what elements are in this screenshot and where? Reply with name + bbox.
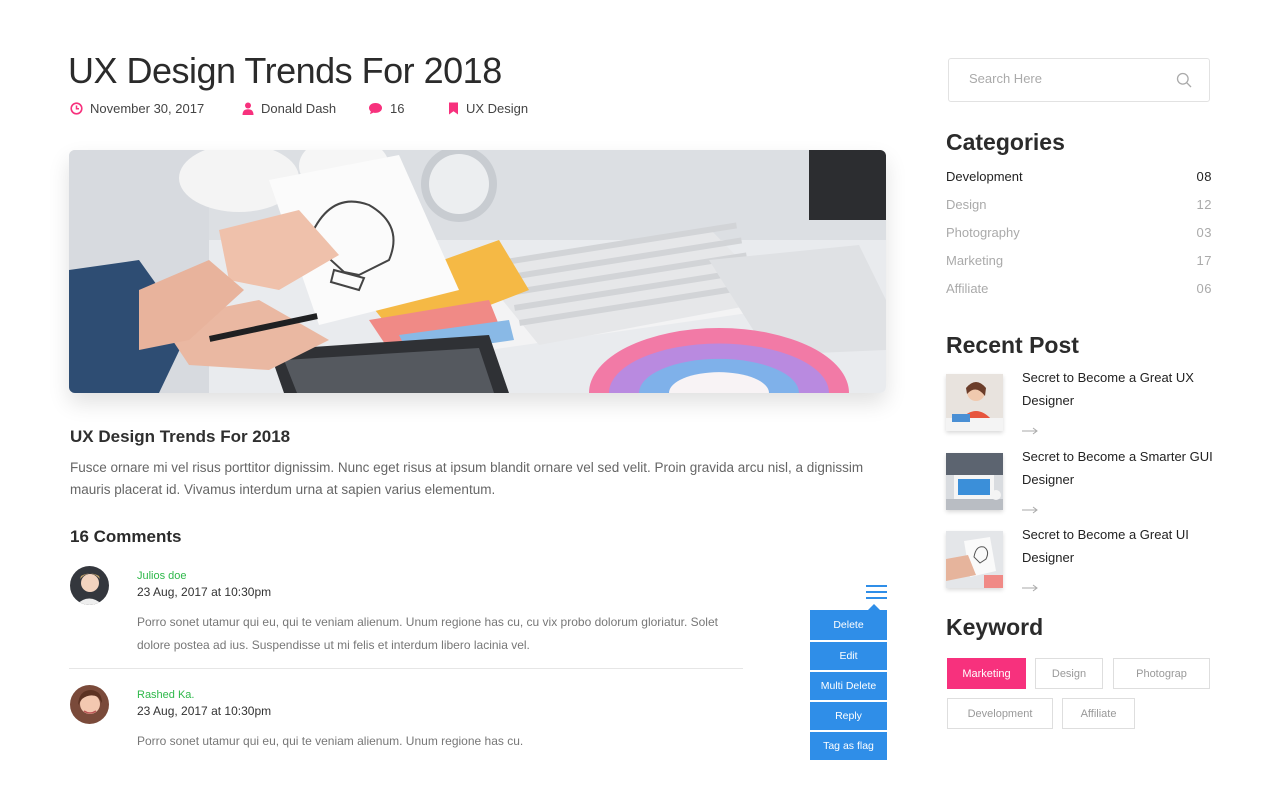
comment-action-menu: Delete Edit Multi Delete Reply Tag as fl…: [810, 604, 887, 762]
comment-date: 23 Aug, 2017 at 10:30pm: [137, 704, 272, 718]
arrow-right-icon[interactable]: [1022, 422, 1038, 440]
commenter-name[interactable]: Rashed Ka.: [137, 689, 194, 701]
avatar[interactable]: [70, 566, 109, 605]
post-category[interactable]: UX Design: [448, 101, 528, 116]
comment-item: Julios doe 23 Aug, 2017 at 10:30pm Porro…: [70, 566, 750, 666]
categories-heading: Categories: [946, 129, 1065, 155]
recent-post-title[interactable]: Secret to Become a Smarter GUI Designer: [1022, 446, 1217, 491]
avatar[interactable]: [70, 685, 109, 724]
keyword-tag-photograp[interactable]: Photograp: [1113, 658, 1210, 689]
arrow-right-icon[interactable]: [1022, 579, 1038, 597]
category-name: Affiliate: [946, 281, 989, 296]
recent-post-title[interactable]: Secret to Become a Great UX Designer: [1022, 367, 1217, 412]
category-item-photography[interactable]: Photography 03: [946, 225, 1212, 240]
post-meta: November 30, 2017 Donald Dash 16 UX Desi…: [70, 101, 528, 116]
recent-post-item[interactable]: Secret to Become a Great UX Designer: [946, 370, 1216, 442]
comment-text: Porro sonet utamur qui eu, qui te veniam…: [137, 615, 718, 652]
recent-post-item[interactable]: Secret to Become a Great UI Designer: [946, 527, 1216, 599]
post-body: Fusce ornare mi vel risus porttitor dign…: [70, 460, 864, 497]
post-title: UX Design Trends For 2018: [68, 50, 502, 91]
recent-post-thumbnail[interactable]: [946, 453, 1003, 510]
post-date-text: November 30, 2017: [90, 101, 205, 116]
arrow-right-icon[interactable]: [1022, 501, 1038, 519]
category-name: Development: [946, 169, 1023, 184]
post-comment-count-text: 16: [390, 101, 405, 116]
recent-post-title[interactable]: Secret to Become a Great UI Designer: [1022, 524, 1217, 569]
comment-bubble-icon: [368, 102, 383, 115]
user-icon: [242, 102, 254, 115]
post-subtitle: UX Design Trends For 2018: [70, 427, 291, 446]
comments-heading: 16 Comments: [70, 527, 182, 546]
keyword-tag-affiliate[interactable]: Affiliate: [1062, 698, 1135, 729]
recent-post-heading: Recent Post: [946, 332, 1079, 358]
category-item-affiliate[interactable]: Affiliate 06: [946, 281, 1212, 296]
keyword-tag-development[interactable]: Development: [947, 698, 1053, 729]
multi-delete-button[interactable]: Multi Delete: [810, 672, 887, 700]
bookmark-icon: [448, 102, 459, 115]
search-box: [948, 58, 1210, 102]
tag-as-flag-button[interactable]: Tag as flag: [810, 732, 887, 760]
hamburger-icon: [866, 585, 887, 587]
keyword-tag-marketing[interactable]: Marketing: [947, 658, 1026, 689]
post-date: November 30, 2017: [70, 101, 242, 116]
reply-button[interactable]: Reply: [810, 702, 887, 730]
category-count: 06: [1196, 281, 1212, 296]
clock-icon: [70, 102, 83, 115]
post-category-text: UX Design: [466, 101, 529, 116]
category-count: 03: [1196, 225, 1212, 240]
search-input[interactable]: [969, 71, 1169, 86]
category-name: Marketing: [946, 253, 1004, 268]
keyword-heading: Keyword: [946, 614, 1044, 640]
post-featured-image: [69, 150, 886, 393]
comment-item: Rashed Ka. 23 Aug, 2017 at 10:30pm Porro…: [70, 685, 750, 765]
commenter-name[interactable]: Julios doe: [137, 570, 187, 582]
delete-button[interactable]: Delete: [810, 610, 887, 640]
category-item-marketing[interactable]: Marketing 17: [946, 253, 1212, 268]
comment-date: 23 Aug, 2017 at 10:30pm: [137, 585, 272, 599]
post-author[interactable]: Donald Dash: [242, 101, 368, 116]
recent-post-thumbnail[interactable]: [946, 531, 1003, 588]
edit-button[interactable]: Edit: [810, 642, 887, 670]
category-name: Design: [946, 197, 987, 212]
category-count: 12: [1196, 197, 1212, 212]
category-count: 08: [1196, 169, 1212, 184]
recent-post-thumbnail[interactable]: [946, 374, 1003, 431]
category-count: 17: [1196, 253, 1212, 268]
category-item-design[interactable]: Design 12: [946, 197, 1212, 212]
post-author-text: Donald Dash: [261, 101, 337, 116]
category-name: Photography: [946, 225, 1020, 240]
comment-divider: [69, 668, 743, 669]
comment-menu-button[interactable]: [866, 585, 887, 601]
post-comment-count[interactable]: 16: [368, 101, 448, 116]
keyword-tag-design[interactable]: Design: [1035, 658, 1103, 689]
category-item-development[interactable]: Development 08: [946, 169, 1212, 184]
recent-post-item[interactable]: Secret to Become a Smarter GUI Designer: [946, 449, 1216, 521]
search-icon[interactable]: [1176, 72, 1192, 93]
comment-text: Porro sonet utamur qui eu, qui te veniam…: [137, 734, 524, 748]
